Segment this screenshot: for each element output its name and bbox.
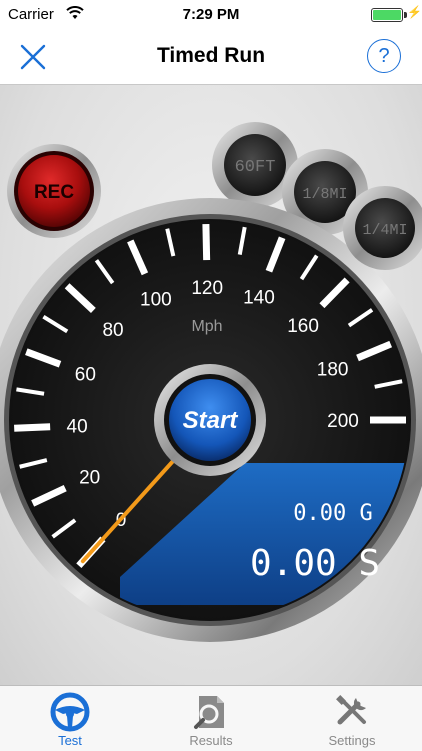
start-button[interactable]: Start: [154, 364, 266, 476]
start-label: Start: [183, 407, 239, 434]
quarter-mile-label: 1/4MI: [362, 222, 407, 239]
g-force-value: 0.00 G: [293, 501, 372, 526]
eighth-mile-label: 1/8MI: [302, 186, 347, 203]
gauge-tick-label: 200: [327, 411, 359, 432]
speedometer-area: 60FT 1/8MI 1/4MI 02040608010012014016018…: [0, 85, 422, 685]
steering-wheel-icon: [50, 692, 90, 732]
tab-settings[interactable]: Settings: [282, 686, 422, 751]
gauge-tick-label: 60: [75, 365, 96, 386]
gauge-tick-label: 140: [243, 287, 275, 308]
battery-icon: [371, 8, 407, 22]
tab-results-label: Results: [189, 733, 233, 748]
gauge-tick-label: 40: [67, 417, 88, 438]
charging-icon: ⚡: [407, 5, 422, 19]
speedometer-gauge: 60FT 1/8MI 1/4MI 02040608010012014016018…: [0, 122, 422, 642]
elapsed-time-value: 0.00 S: [250, 543, 380, 584]
gauge-tick-label: 120: [191, 278, 223, 299]
help-button[interactable]: ?: [367, 39, 401, 73]
tab-test[interactable]: Test: [0, 686, 140, 751]
page-title: Timed Run: [156, 44, 266, 67]
gauge-tick-label: 80: [102, 320, 123, 341]
tab-bar: Test Results Settings: [0, 685, 422, 751]
tab-settings-label: Settings: [328, 733, 376, 748]
gauge-tick-label: 20: [79, 468, 100, 489]
gauge-tick-label: 160: [287, 316, 319, 337]
navigation-bar: Timed Run ?: [0, 30, 422, 85]
tab-results[interactable]: Results: [141, 686, 281, 751]
gauge-tick-label: 100: [140, 289, 172, 310]
tools-icon: [336, 695, 366, 725]
results-icon: [194, 696, 224, 729]
record-label: REC: [34, 182, 74, 203]
status-time: 7:29 PM: [182, 6, 240, 23]
60ft-label: 60FT: [235, 158, 276, 177]
tab-test-label: Test: [58, 733, 82, 748]
gauge-tick-label: 180: [317, 359, 349, 380]
unit-label: Mph: [191, 318, 222, 335]
gauge-tick: [14, 423, 51, 432]
record-button[interactable]: REC: [7, 144, 101, 238]
gauge-tick: [202, 223, 211, 261]
status-bar: Carrier 7:29 PM ⚡: [0, 0, 422, 30]
